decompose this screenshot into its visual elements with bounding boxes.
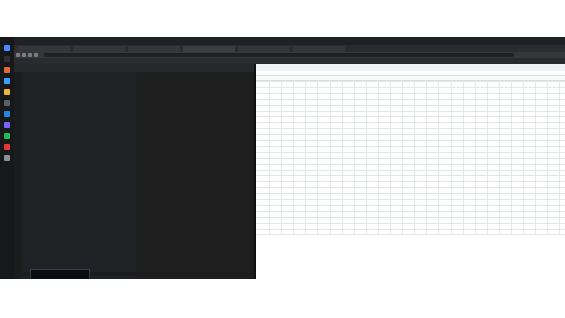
gridline-col — [353, 81, 355, 234]
folder-icon[interactable] — [4, 89, 10, 95]
code-icon[interactable] — [4, 111, 10, 117]
gridline-row — [256, 187, 565, 189]
gridline-col — [547, 81, 549, 234]
terminal-icon[interactable] — [4, 100, 10, 106]
gridline-row — [256, 169, 565, 171]
gridline-row — [256, 222, 565, 224]
gridline-col — [498, 81, 500, 234]
video-preview-thumbnail[interactable] — [30, 269, 90, 279]
chat-icon[interactable] — [4, 122, 10, 128]
gridline-row — [256, 104, 565, 106]
vscode-activity-bar — [14, 72, 22, 279]
camera-icon[interactable] — [4, 144, 10, 150]
settings-icon[interactable] — [4, 155, 10, 161]
gridline-row — [256, 216, 565, 218]
gridline-row — [256, 163, 565, 165]
gridline-col — [486, 81, 488, 234]
gridline-row — [256, 204, 565, 206]
site-info-icon[interactable] — [34, 53, 38, 57]
gridline-col — [535, 81, 537, 234]
gridline-col — [426, 81, 428, 234]
forward-icon[interactable] — [22, 53, 26, 57]
gridline-row — [256, 86, 565, 88]
browser-icon[interactable] — [4, 67, 10, 73]
gridline-row — [256, 175, 565, 177]
search-icon[interactable] — [4, 56, 10, 62]
gridline-row — [256, 92, 565, 94]
gridline-row — [256, 116, 565, 118]
windows-icon[interactable] — [4, 45, 10, 51]
gridline-col — [293, 81, 295, 234]
address-input[interactable] — [44, 53, 514, 57]
gridline-row — [256, 140, 565, 141]
sheet-toolbar — [256, 64, 565, 71]
gridline-col — [523, 81, 525, 234]
gridline-row — [256, 210, 565, 212]
gridline-col — [511, 81, 512, 234]
vscode-editor[interactable] — [136, 72, 254, 279]
gridline-col — [317, 81, 319, 234]
vscode-titlebar — [14, 64, 254, 72]
gridline-col — [462, 81, 464, 234]
gridline-row — [256, 134, 565, 136]
gridline-row — [256, 110, 565, 112]
gridline-col — [305, 81, 307, 234]
gridline-col — [341, 81, 343, 234]
cell-grid[interactable] — [256, 81, 565, 236]
gridline-row — [256, 181, 565, 183]
gridline-col — [281, 81, 283, 234]
gridline-row — [256, 228, 565, 230]
spreadsheet-pane — [256, 64, 565, 279]
mail-icon[interactable] — [4, 78, 10, 84]
screen — [0, 37, 565, 279]
gridline-row — [256, 157, 565, 159]
gridline-col — [365, 81, 367, 234]
reload-icon[interactable] — [28, 53, 32, 57]
gridline-col — [474, 81, 476, 234]
gridline-col — [559, 81, 561, 234]
gridline-row — [256, 122, 565, 124]
gridline-row — [256, 145, 565, 147]
gridline-col — [450, 81, 452, 234]
vscode-explorer — [22, 72, 136, 279]
gridline-col — [438, 81, 440, 234]
gridline-col — [269, 81, 270, 234]
gridline-col — [377, 81, 379, 234]
music-icon[interactable] — [4, 133, 10, 139]
gridline-row — [256, 81, 565, 82]
gridline-col — [390, 81, 391, 234]
gridline-col — [414, 81, 416, 234]
browser-tabs — [14, 45, 565, 52]
gridline-row — [256, 234, 565, 236]
gridline-row — [256, 193, 565, 195]
gridline-row — [256, 98, 565, 100]
back-icon[interactable] — [16, 53, 20, 57]
gridline-col — [402, 81, 404, 234]
gridline-row — [256, 199, 565, 200]
gridline-row — [256, 151, 565, 153]
gridline-row — [256, 128, 565, 130]
gridline-col — [329, 81, 331, 234]
